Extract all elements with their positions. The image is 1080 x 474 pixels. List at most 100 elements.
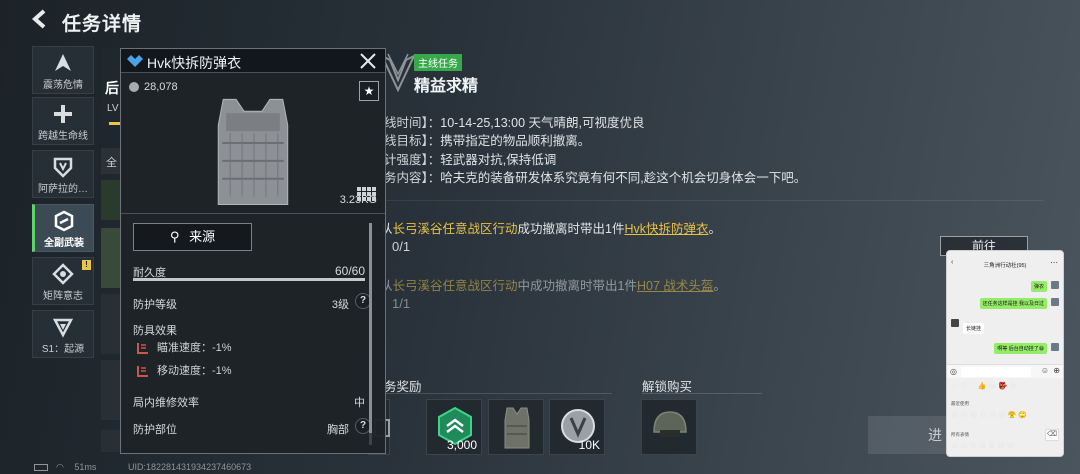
underlying-filter-text: 全 xyxy=(106,157,117,169)
objective-text: 中成功撤离时带出1件 xyxy=(517,279,637,293)
battery-icon xyxy=(34,464,48,472)
reward-vest[interactable] xyxy=(488,399,544,455)
ping-text: 51ms xyxy=(74,462,97,472)
effect-text: 瞄准速度：-1% xyxy=(157,342,232,354)
info-key: 计强度】： xyxy=(384,153,441,167)
nav-item-label: 矩阵意志 xyxy=(43,291,83,302)
grid-size-icon xyxy=(357,187,376,201)
nav-item-label: 全副武装 xyxy=(44,238,84,249)
source-button[interactable]: ⚲ 来源 xyxy=(133,223,252,251)
emoji-tabs[interactable]: ☺😊♡👍😂👺😳 xyxy=(951,382,1019,390)
zone-value: 胸部 xyxy=(327,424,349,436)
protection-value: 3级 xyxy=(331,299,349,311)
info-value: 携带指定的物品顺利撤离。 xyxy=(440,134,591,148)
rewards-divider xyxy=(384,393,612,394)
scrollbar-thumb[interactable] xyxy=(369,223,372,433)
vest-item-image xyxy=(217,98,289,206)
divider xyxy=(121,213,385,214)
search-icon: ⚲ xyxy=(169,229,180,244)
chat-input-bar: ◎ ☺ ⊕ xyxy=(947,364,1063,378)
favorite-button[interactable]: ★ xyxy=(359,81,379,101)
reward-token[interactable]: 3,000 xyxy=(426,399,482,455)
origin-icon xyxy=(52,318,74,338)
info-value: 10-14-25,13:00 天气晴朗,可视度优良 xyxy=(440,116,645,130)
recent-emoji-row[interactable]: 😀😓😭😆😢😱😤🙄 xyxy=(951,411,1029,419)
aim-debuff-icon xyxy=(137,343,148,355)
diamond-icon xyxy=(127,55,143,67)
info-row-goal: 线目标】：携带指定的物品顺利撤离。 xyxy=(384,130,590,149)
objective-1: 从长弓溪谷任意战区行动成功撤离时带出1件Hvk快拆防弹衣。 xyxy=(380,218,721,237)
info-value: 哈夫克的装备研发体系究竟有何不同,趁这个机会切身体会一下吧。 xyxy=(440,171,807,185)
durability-fill xyxy=(133,278,365,281)
quake-icon xyxy=(55,54,71,71)
underlying-level: LV xyxy=(107,103,119,114)
info-row-time: 线时间】：10-14-25,13:00 天气晴朗,可视度优良 xyxy=(384,112,645,131)
reward-count: 3,000 xyxy=(446,438,477,452)
item-price: 28,078 xyxy=(144,81,178,93)
recent-emoji-label: 最近使用 xyxy=(951,401,969,406)
effects-label: 防具效果 xyxy=(133,325,177,337)
move-debuff-icon xyxy=(137,366,148,378)
objective-text: 成功撤离时带出1件 xyxy=(517,222,625,236)
shield-icon xyxy=(53,157,73,178)
back-arrow-icon xyxy=(31,9,46,29)
page-title: 任务详情 xyxy=(62,14,143,35)
info-key: 务内容】： xyxy=(384,171,441,185)
nav-item-asala[interactable]: 阿萨拉的… xyxy=(32,150,94,198)
protection-row: 防护等级 3级 ? xyxy=(133,293,371,312)
matrix-icon xyxy=(52,263,74,285)
wifi-icon: ◠ xyxy=(56,462,64,472)
objective-2: 从长弓溪谷任意战区行动中成功撤离时带出1件H07 战术头盔。 xyxy=(380,275,726,294)
reward-coin[interactable]: 10K xyxy=(549,399,605,455)
item-name: Hvk快拆防弹衣 xyxy=(147,55,242,71)
nav-item-quake[interactable]: 震荡危情 xyxy=(32,46,94,94)
all-emoji-row[interactable]: 😀😃😄😁😆😅😂 xyxy=(951,442,1017,450)
scrollbar[interactable] xyxy=(369,223,372,445)
nav-item-label: 跨越生命线 xyxy=(38,131,88,142)
chat-title: 三角洲行动社(95) xyxy=(983,263,1027,269)
item-detail-popup: Hvk快拆防弹衣 28,078 ★ 3.23KG ⚲ 来源 耐久度 60/60 … xyxy=(120,48,386,454)
underlying-text: 后 xyxy=(105,80,119,96)
chat-message: 弹衣 xyxy=(1030,281,1047,292)
info-key: 线时间】： xyxy=(384,116,441,130)
emoji-icon[interactable]: ☺ xyxy=(1041,366,1049,375)
nav-item-label: 阿萨拉的… xyxy=(38,184,88,195)
chat-message: 啊等 后台自动挂了😄 xyxy=(994,343,1047,354)
objective-2-count: 1/1 xyxy=(392,296,411,311)
chat-message: 长链挂 xyxy=(963,323,985,334)
backspace-icon[interactable]: ⌫ xyxy=(1045,429,1059,441)
chat-overlay[interactable]: ‹ 三角洲行动社(95) ⋯ 弹衣 还任务这样是挂 我以及日过 长链挂 啊等 后… xyxy=(946,250,1064,457)
effect-item: 瞄准速度：-1% xyxy=(137,339,232,355)
next-button[interactable]: 进 xyxy=(868,416,946,454)
zone-label: 防护部位 xyxy=(133,424,177,436)
avatar xyxy=(1051,343,1059,351)
avatar xyxy=(1051,281,1059,289)
effects-row: 防具效果 xyxy=(133,322,365,338)
status-bar: ◠ 51ms xyxy=(34,462,96,473)
nav-item-matrix[interactable]: 矩阵意志 ! xyxy=(32,257,94,305)
avatar xyxy=(951,319,959,327)
info-value: 轻武器对抗,保持低调 xyxy=(440,153,557,167)
chat-input[interactable] xyxy=(961,367,1031,377)
nav-item-origin[interactable]: S1：起源 xyxy=(32,310,94,358)
nav-item-fully-armed[interactable]: 全副武装 xyxy=(32,204,94,252)
objective-item-link[interactable]: H07 战术头盔 xyxy=(637,279,713,293)
price-row: 28,078 xyxy=(129,81,178,93)
objective-place: 长弓溪谷任意战区行动 xyxy=(392,222,518,236)
durability-value: 60/60 xyxy=(334,264,365,278)
plus-icon[interactable]: ⊕ xyxy=(1053,366,1060,375)
effect-text: 移动速度：-1% xyxy=(157,365,232,377)
objective-1-count: 0/1 xyxy=(392,239,411,254)
helmet-icon xyxy=(653,411,687,437)
objective-item-link[interactable]: Hvk快拆防弹衣 xyxy=(624,222,708,236)
back-button[interactable] xyxy=(30,8,56,34)
close-icon[interactable] xyxy=(358,51,378,71)
unlock-helmet[interactable] xyxy=(641,399,697,455)
nav-item-lifeline[interactable]: 跨越生命线 xyxy=(32,97,94,145)
voice-icon[interactable]: ◎ xyxy=(950,367,957,376)
info-row-intensity: 计强度】：轻武器对抗,保持低调 xyxy=(384,149,556,168)
objective-text: 。 xyxy=(713,279,726,293)
objective-place: 长弓溪谷任意战区行动 xyxy=(392,279,518,293)
more-icon[interactable]: ⋯ xyxy=(1050,258,1058,267)
vest-icon xyxy=(504,407,530,449)
